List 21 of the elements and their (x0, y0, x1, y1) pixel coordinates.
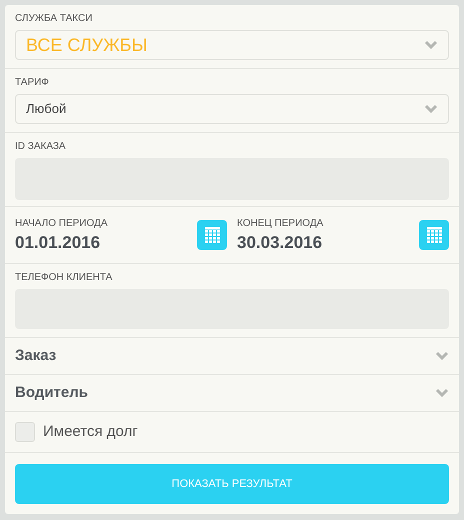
chevron-icon (435, 351, 449, 361)
field-label: ТАРИФ (15, 78, 50, 88)
calendar-icon (203, 226, 221, 244)
debt-label: Имеется долг (43, 422, 138, 442)
calendar-button[interactable] (197, 220, 227, 250)
calendar-icon (425, 226, 443, 244)
section-header[interactable]: Заказ (5, 338, 459, 375)
date-label: НАЧАЛО ПЕРИОДА (15, 219, 108, 229)
chevron-icon (424, 104, 438, 114)
calendar-button[interactable] (419, 220, 449, 250)
field-label: ID ЗАКАЗА (15, 142, 67, 152)
date-value: 30.03.2016 (237, 234, 324, 251)
chevron-icon (435, 388, 449, 398)
field-label: СЛУЖБА ТАКСИ (15, 14, 94, 24)
chevron-icon (424, 40, 438, 50)
tariff-select[interactable]: Любой (15, 94, 449, 124)
date-label: КОНЕЦ ПЕРИОДА (237, 219, 324, 229)
debt-checkbox[interactable] (15, 422, 35, 442)
date-value: 01.01.2016 (15, 234, 102, 251)
field-label: ТЕЛЕФОН КЛИЕНТА (15, 273, 114, 283)
section-header[interactable]: Водитель (5, 375, 459, 412)
